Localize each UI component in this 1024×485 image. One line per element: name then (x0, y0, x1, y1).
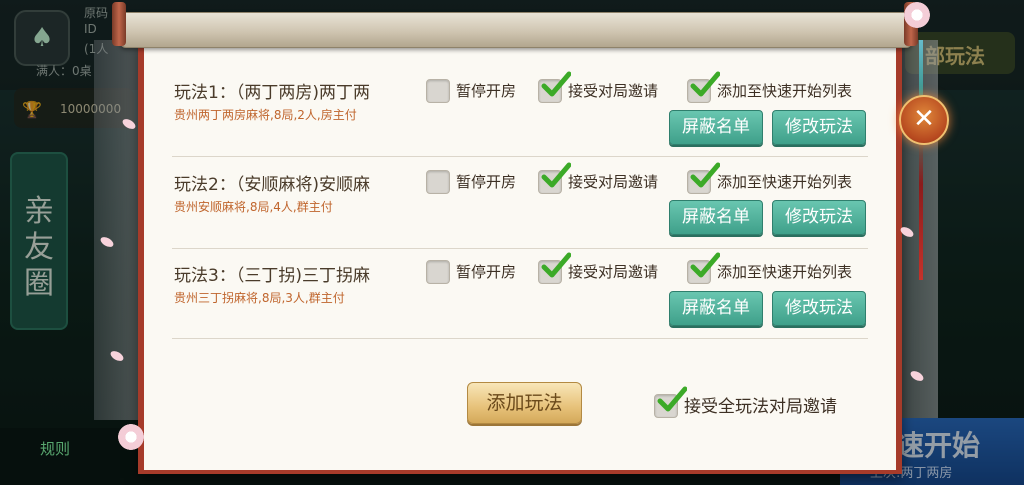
edit-rule-button[interactable]: 修改玩法 (772, 110, 866, 145)
check-icon (541, 71, 571, 97)
quick-start-list-label: 添加至快速开始列表 (717, 173, 853, 191)
edit-rule-button[interactable]: 修改玩法 (772, 200, 866, 235)
edit-rule-button[interactable]: 修改玩法 (772, 291, 866, 326)
rule-title: 玩法1：（两丁两房)两丁两 (174, 83, 370, 103)
check-icon (690, 252, 720, 278)
row-divider (172, 338, 868, 339)
check-icon (690, 71, 720, 97)
quick-start-list-checkbox[interactable] (687, 252, 720, 284)
accept-invite-label: 接受对局邀请 (568, 173, 659, 191)
accept-invite-checkbox[interactable] (538, 71, 571, 103)
accept-invite-label: 接受对局邀请 (568, 82, 659, 100)
rule-subtitle: 贵州安顺麻将,8局,4人,群主付 (174, 200, 333, 214)
check-icon (657, 386, 687, 412)
check-icon (541, 162, 571, 188)
pause-room-label: 暂停开房 (456, 82, 517, 100)
row-divider (172, 156, 868, 157)
rule-title: 玩法3：（三丁拐)三丁拐麻 (174, 266, 370, 286)
rules-dialog: 玩法1：（两丁两房)两丁两 贵州两丁两房麻将,8局,2人,房主付 暂停开房 接受… (138, 40, 902, 474)
check-icon (690, 162, 720, 188)
block-list-button[interactable]: 屏蔽名单 (669, 110, 763, 145)
accept-invite-checkbox[interactable] (538, 252, 571, 284)
quick-start-list-checkbox[interactable] (687, 71, 720, 103)
pause-room-checkbox[interactable] (426, 79, 450, 103)
pause-room-label: 暂停开房 (456, 173, 517, 191)
tassel-decoration (919, 40, 923, 280)
pause-room-checkbox[interactable] (426, 260, 450, 284)
pause-room-label: 暂停开房 (456, 263, 517, 281)
rule-subtitle: 贵州三丁拐麻将,8局,3人,群主付 (174, 291, 345, 305)
block-list-button[interactable]: 屏蔽名单 (669, 291, 763, 326)
accept-all-invites-checkbox[interactable] (654, 386, 687, 418)
rule-subtitle: 贵州两丁两房麻将,8局,2人,房主付 (174, 108, 357, 122)
quick-start-list-label: 添加至快速开始列表 (717, 263, 853, 281)
blossom-icon (118, 424, 144, 450)
close-button[interactable]: ✕ (899, 95, 949, 145)
quick-start-list-checkbox[interactable] (687, 162, 720, 194)
scroll-rod (120, 12, 912, 48)
pause-room-checkbox[interactable] (426, 170, 450, 194)
accept-invite-label: 接受对局邀请 (568, 263, 659, 281)
add-rule-button[interactable]: 添加玩法 (467, 382, 582, 424)
quick-start-list-label: 添加至快速开始列表 (717, 82, 853, 100)
close-icon: ✕ (913, 104, 935, 134)
scroll-rod-cap-left (112, 2, 126, 46)
rule-title: 玩法2：（安顺麻将)安顺麻 (174, 175, 370, 195)
row-divider (172, 248, 868, 249)
check-icon (541, 252, 571, 278)
accept-invite-checkbox[interactable] (538, 162, 571, 194)
accept-all-invites-label: 接受全玩法对局邀请 (684, 397, 837, 417)
block-list-button[interactable]: 屏蔽名单 (669, 200, 763, 235)
blossom-icon (904, 2, 930, 28)
